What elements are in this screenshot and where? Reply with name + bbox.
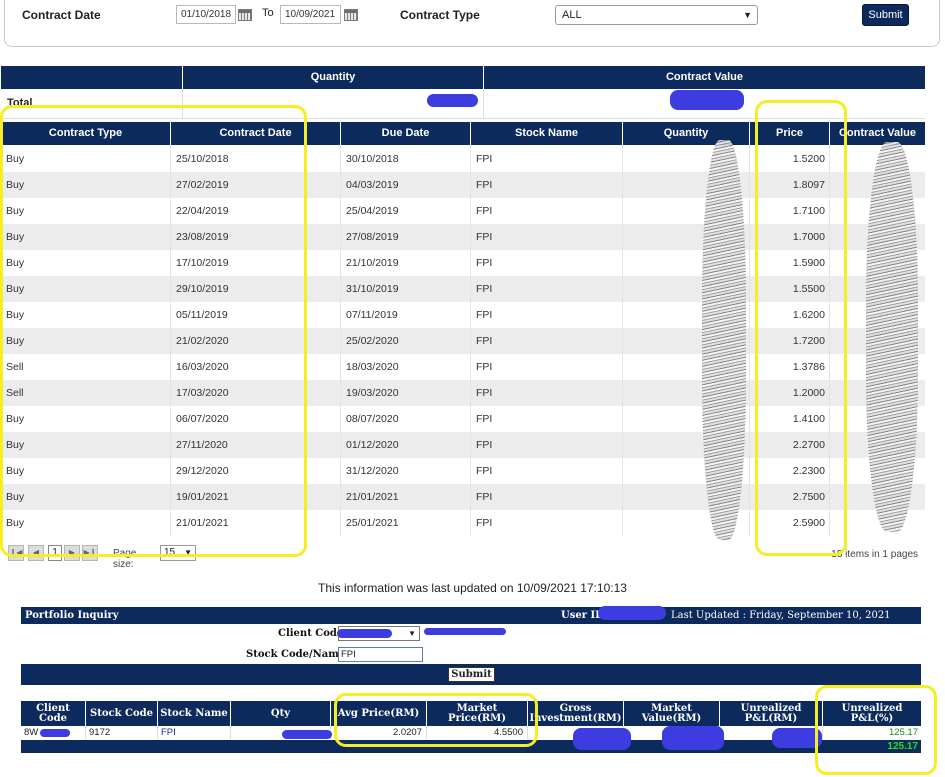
cell-due-date: 21/10/2019 [340,250,470,276]
cell-due-date: 27/08/2019 [340,224,470,250]
filter-submit-button[interactable]: Submit [862,4,909,26]
cell-stock-name: FPI [470,146,622,172]
summary-quantity-header: Quantity [182,66,483,89]
cell-stock-name: FPI [470,302,622,328]
cell-due-date: 25/02/2020 [340,328,470,354]
cell-due-date: 25/01/2021 [340,510,470,536]
redaction-mark [337,629,392,638]
cell-due-date: 31/12/2020 [340,458,470,484]
cell-due-date: 07/11/2019 [340,302,470,328]
client-code-label: Client Code [278,628,344,639]
cell-stock-name: FPI [470,224,622,250]
redaction-mark [573,728,631,750]
cell-stock-name: FPI [470,276,622,302]
redaction-mark [598,606,666,620]
divider [483,89,484,119]
redaction-mark [424,628,506,635]
contract-type-value: ALL [562,9,582,21]
cell-stock-name: FPI [470,172,622,198]
cell-stock-name: FPI [470,458,622,484]
summary-blank-header [1,66,182,89]
cell-due-date: 18/03/2020 [340,354,470,380]
cell-stock-name: FPI [470,380,622,406]
pcol-stock-code: Stock Code [85,701,157,726]
pcol-client-code: Client Code [36,702,70,724]
cell-due-date: 30/10/2018 [340,146,470,172]
last-updated-text: This information was last updated on 10/… [318,581,627,595]
contract-type-label: Contract Type [400,8,480,22]
filter-panel: Contract Date 01/10/2018 To 10/09/2021 C… [4,0,940,47]
cell-stock-name: FPI [470,328,622,354]
cell-due-date: 31/10/2019 [340,276,470,302]
redaction-mark [40,729,70,737]
portfolio-submit-button[interactable]: Submit [448,667,495,682]
cell-due-date: 21/01/2021 [340,484,470,510]
pcol-stock-name: Stock Name [157,701,230,726]
redaction-mark [670,90,744,110]
contract-date-label: Contract Date [22,8,101,22]
cell-stock-name: FPI [470,406,622,432]
redaction-mark [282,730,332,739]
cell-stock-name: FPI [470,354,622,380]
pcol-market-value: Market Value(RM) [623,701,719,726]
to-label: To [262,7,274,19]
col-due-date[interactable]: Due Date [340,122,470,145]
summary-header: Quantity Contract Value [1,66,925,89]
portfolio-header: Portfolio Inquiry User ID Last Updated :… [21,607,921,638]
highlight-price-column [755,100,847,556]
pcol-qty: Qty [230,701,330,726]
contract-type-select[interactable]: ALL ▼ [555,5,758,25]
redaction-smudge [866,142,918,532]
cell-stock-name: FPI [470,484,622,510]
contract-inquiry-page: { "filter": { "contract_date_label": "Co… [0,0,945,777]
calendar-icon[interactable] [344,9,358,21]
stock-code-label: Stock Code/Name [246,649,346,660]
cell-due-date: 25/04/2019 [340,198,470,224]
cell-due-date: 08/07/2020 [340,406,470,432]
date-from-input[interactable]: 01/10/2018 [176,5,236,24]
redaction-mark [427,94,478,107]
highlight-contract-columns [0,105,307,557]
p-stock-name-link[interactable]: FPI [157,726,230,739]
chevron-down-icon: ▼ [408,629,416,638]
portfolio-title: Portfolio Inquiry [25,610,119,621]
stock-code-input[interactable]: FPI [338,647,423,662]
cell-due-date: 01/12/2020 [340,432,470,458]
cell-stock-name: FPI [470,198,622,224]
highlight-avg-market-price [334,693,538,747]
cell-stock-name: FPI [470,510,622,536]
redaction-smudge [702,140,746,540]
calendar-icon[interactable] [238,9,252,21]
col-stock-name[interactable]: Stock Name [470,122,622,145]
date-to-input[interactable]: 10/09/2021 [280,5,341,24]
pcol-unrealized-pnl-rm: Unrealized P&L(RM) [719,701,822,726]
redaction-mark [662,726,724,750]
pcol-gross-investment: Gross Investment(RM) [527,701,623,726]
p-stock-code: 9172 [85,726,157,739]
user-id-label: User ID [561,610,604,621]
cell-stock-name: FPI [470,250,622,276]
cell-due-date: 19/03/2020 [340,380,470,406]
highlight-unrealized-pnl-pct [815,685,937,775]
cell-due-date: 04/03/2019 [340,172,470,198]
cell-stock-name: FPI [470,432,622,458]
chevron-down-icon: ▼ [743,10,752,20]
summary-contract-value-header: Contract Value [483,66,925,89]
